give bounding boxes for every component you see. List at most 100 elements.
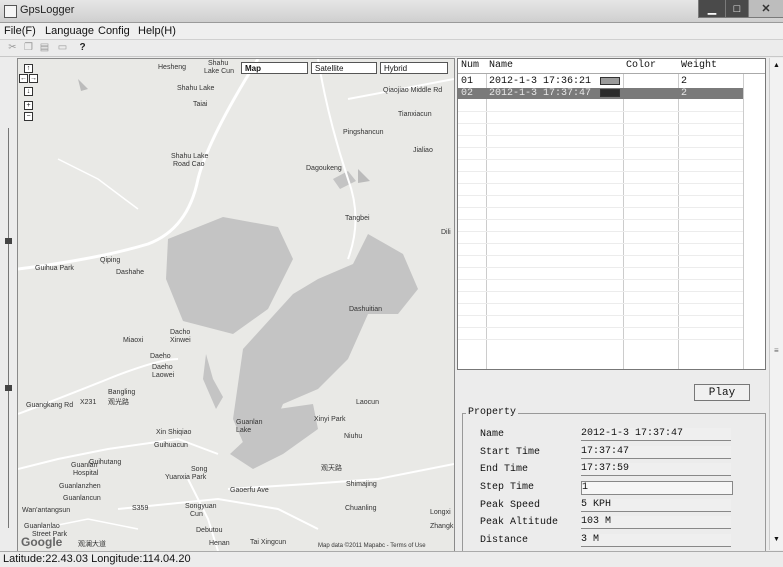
row-weight: 2 [681, 76, 688, 87]
map-label: Guangkang Rd [26, 402, 74, 409]
map-label: Gaoerfu Ave [230, 487, 269, 494]
map-label: Guihuacun [154, 442, 188, 449]
map-label: Qiping [100, 257, 121, 264]
map-credit-text: Map data ©2011 Mapabc - Terms of Use [318, 543, 426, 549]
paste-icon[interactable]: ▤ [38, 41, 51, 54]
maximize-button[interactable]: □ [725, 0, 749, 18]
map-label: Zhangk [430, 523, 454, 530]
pan-left-button[interactable]: ← [19, 74, 28, 83]
zoom-out-button[interactable]: − [24, 112, 33, 121]
map-label: Hesheng [158, 64, 187, 71]
map-label: Song [191, 466, 208, 473]
map-label: Dashahe [116, 269, 145, 276]
property-label-end-time: End Time [480, 464, 529, 475]
map-label: Guanlanlao [24, 523, 60, 530]
map-label: Dagoukeng [306, 165, 342, 172]
zoom-slider-handle[interactable] [5, 238, 12, 244]
maximize-icon: □ [733, 2, 741, 15]
row-color-swatch[interactable] [600, 89, 620, 97]
pan-up-button[interactable]: ↑ [24, 64, 33, 73]
row-name: 2012-1-3 17:37:47 [489, 88, 592, 99]
table-header: Num Name Color Weight [458, 59, 765, 74]
google-logo: Google [21, 535, 63, 549]
play-button[interactable]: Play [694, 384, 750, 401]
map-label: Taiai [193, 101, 208, 108]
map-label: Shahu [208, 60, 229, 67]
menu-file[interactable]: File(F) [4, 25, 36, 37]
column-header-color[interactable]: Color [626, 60, 656, 71]
property-value-end-time: 17:37:59 [581, 463, 731, 476]
map-label: Lake [236, 427, 252, 434]
map-label: S359 [132, 505, 149, 512]
map-label: Shahu Lake [177, 85, 215, 92]
zoom-in-button[interactable]: + [24, 101, 33, 110]
map-label: 观光路 [108, 399, 129, 406]
map-label: Cun [190, 511, 203, 518]
map-scale-strip [0, 58, 16, 552]
print-icon[interactable]: ▭ [56, 41, 69, 54]
map-label: Pingshancun [343, 129, 384, 136]
property-label-peak-altitude: Peak Altitude [480, 517, 559, 528]
map-label: Guihua Park [35, 265, 74, 272]
map-label: Wan'antangsun [22, 507, 71, 514]
minimize-button[interactable]: ▁ [698, 0, 726, 18]
map-label: Xin Shiqiao [156, 429, 192, 436]
scroll-up-icon[interactable]: ▲ [773, 62, 780, 69]
cut-icon[interactable]: ✂ [6, 41, 19, 54]
step-time-input[interactable]: 1 [581, 481, 733, 495]
map-label: Shimajing [346, 481, 377, 488]
map-type-satellite-button[interactable]: Satellite [311, 62, 377, 74]
menu-language[interactable]: Language [45, 25, 94, 37]
table-row[interactable]: 01 2012-1-3 17:36:21 2 [458, 76, 743, 87]
property-label-name: Name [480, 429, 505, 440]
property-legend: Property [466, 407, 519, 418]
help-icon[interactable]: ? [76, 41, 89, 54]
property-value-peak-speed: 5 KPH [581, 499, 731, 512]
map-label: Bangling [108, 389, 136, 396]
vertical-scrollbar[interactable]: ▲ ≡ ▼ [769, 58, 783, 550]
scroll-grip-icon[interactable]: ≡ [774, 346, 779, 355]
map-label: Tangbei [345, 215, 370, 222]
map-label: Dashuitian [349, 306, 383, 313]
close-button[interactable]: ✕ [748, 0, 783, 18]
map-label: Daeho [150, 353, 171, 360]
map-label: Miaoxi [123, 337, 144, 344]
zoom-track [8, 128, 9, 528]
map-type-hybrid-button[interactable]: Hybrid [380, 62, 448, 74]
menu-help[interactable]: Help(H) [138, 25, 176, 37]
row-weight: 2 [681, 88, 688, 99]
menu-config[interactable]: Config [98, 25, 130, 37]
pan-down-button[interactable]: ↓ [24, 87, 33, 96]
column-header-num[interactable]: Num [461, 60, 479, 71]
column-header-weight[interactable]: Weight [681, 60, 717, 71]
map-label: Guanlanzhen [59, 483, 101, 490]
map-type-map-button[interactable]: Map [241, 62, 308, 74]
pan-right-button[interactable]: → [29, 74, 38, 83]
map-label: Lake Cun [204, 68, 234, 75]
property-label-distance: Distance [480, 535, 529, 546]
status-bar: Latitude:22.43.03 Longitude:114.04.20 [0, 551, 783, 567]
track-list-table[interactable]: Num Name Color Weight 01 2012-1-3 17:36:… [457, 58, 766, 370]
property-value-start-time: 17:37:47 [581, 446, 731, 459]
map-label: Guanlan [236, 419, 263, 426]
range-slider-handle[interactable] [5, 385, 12, 391]
map-label: X231 [80, 399, 97, 406]
map-label: Shahu Lake [171, 153, 209, 160]
map-label: Henan [209, 540, 230, 547]
title-bar: GpsLogger ▁ □ ✕ [0, 0, 783, 23]
map-label: Hospital [73, 470, 99, 477]
table-row-selected[interactable]: 02 2012-1-3 17:37:47 2 [458, 88, 743, 99]
coordinates-status: Latitude:22.43.03 Longitude:114.04.20 [3, 553, 191, 565]
copy-icon[interactable]: ❐ [22, 41, 35, 54]
row-color-swatch[interactable] [600, 77, 620, 85]
column-header-name[interactable]: Name [489, 60, 513, 71]
map-label: Daeho [152, 364, 173, 371]
property-label-start-time: Start Time [480, 447, 541, 458]
map-view[interactable]: Map Satellite Hybrid ↑ ← → ↓ + − Hesheng… [17, 58, 455, 552]
window-title: GpsLogger [20, 4, 75, 16]
map-label: Songyuan [185, 503, 217, 510]
property-label-step-time: Step Time [480, 482, 535, 493]
map-label: Guanlan [71, 462, 98, 469]
scroll-down-icon[interactable]: ▼ [773, 536, 780, 543]
map-label: Niuhu [344, 433, 363, 440]
